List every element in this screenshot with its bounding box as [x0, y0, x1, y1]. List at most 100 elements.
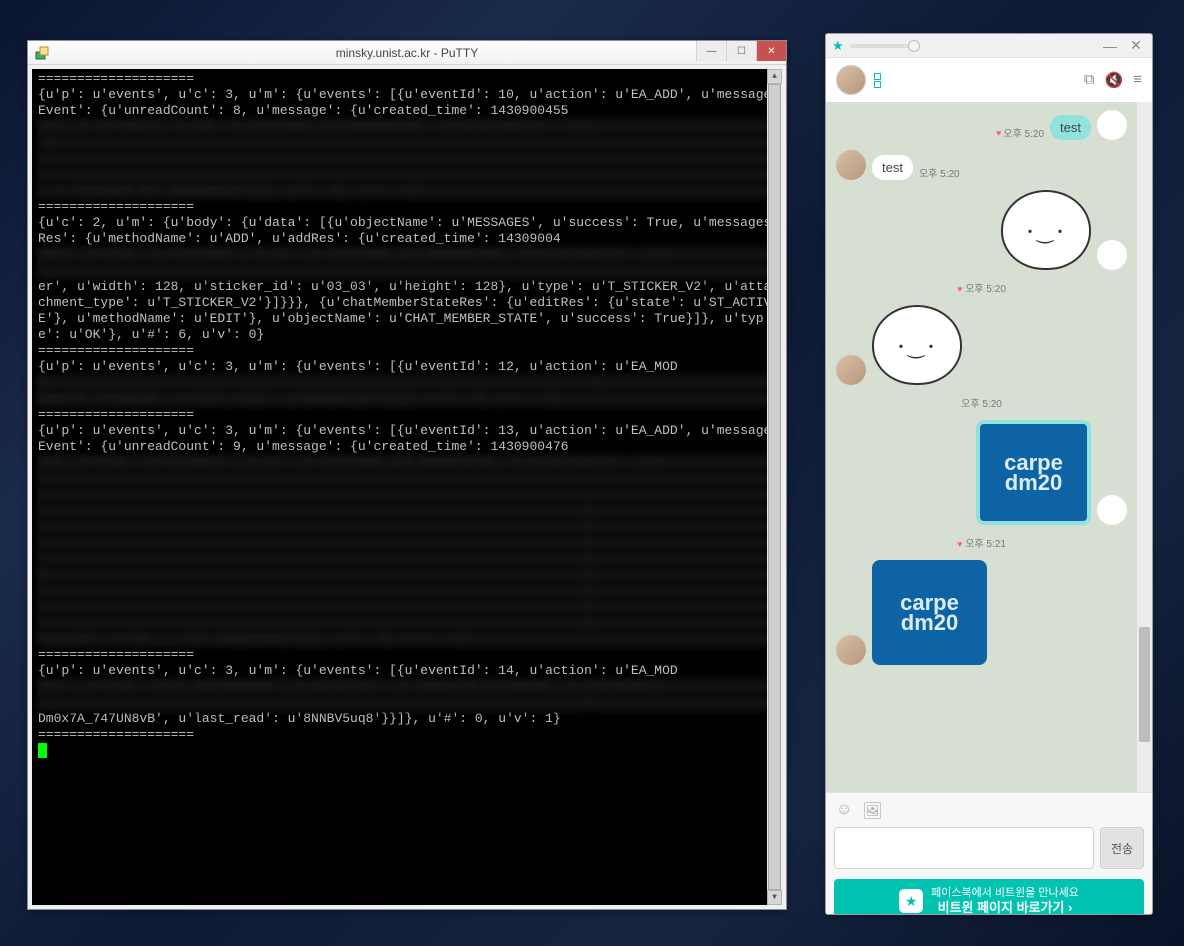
message-row: carpe dm20 [836, 560, 1127, 665]
heart-icon: ♥ [957, 284, 962, 294]
terminal-line: N... p [38, 567, 776, 583]
terminal-line: {u'p': u'events', u'c': 3, u'm': {u'even… [38, 359, 776, 375]
scroll-up-icon[interactable]: ▲ [767, 69, 782, 84]
putty-titlebar[interactable]: minsky.unist.ac.kr - PuTTY — ☐ ✕ [28, 41, 786, 65]
message-row: carpe dm20 [836, 420, 1127, 525]
minimize-button[interactable]: — [696, 41, 726, 61]
terminal-line: {u'p': u'events', u'c': 3, u'm': {u'even… [38, 423, 776, 455]
chat-minimize-button[interactable]: — [1100, 38, 1120, 54]
star-icon: ★ [899, 889, 923, 913]
heart-icon: ♥ [957, 539, 962, 549]
chat-close-button[interactable]: ✕ [1126, 37, 1146, 54]
terminal-line: ==================== [38, 727, 776, 743]
mute-icon[interactable]: 🔇 [1105, 71, 1124, 89]
star-icon: ★ [832, 38, 844, 54]
putty-window: minsky.unist.ac.kr - PuTTY — ☐ ✕ =======… [27, 40, 787, 910]
terminal-line: {u'p': u'events', u'c': 3, u'm': {u'even… [38, 663, 776, 679]
message-input[interactable] [834, 827, 1094, 869]
terminal-line: er', u'width': 128, u'sticker_id': u'03_… [38, 279, 776, 343]
terminal-line: E... 4 [38, 375, 776, 391]
terminal-line: '... o [38, 583, 776, 599]
terminal-line: bjectId': u'fb_..._227_8NNBV32X8'}]}, u'… [38, 631, 776, 647]
terminal-line: '... [38, 263, 776, 279]
terminal-line: '...': [38, 167, 776, 183]
terminal-scrollbar[interactable]: ▲ ▼ [767, 69, 782, 905]
message-row: ♥오후 5:20 test [836, 110, 1127, 140]
maximize-button[interactable]: ☐ [726, 41, 756, 61]
message-row: test 오후 5:20 [836, 150, 1127, 180]
image-card[interactable]: carpe dm20 [976, 420, 1091, 525]
slider-knob[interactable] [908, 40, 920, 52]
timestamp: ♥ 오후 5:21 [836, 535, 1127, 550]
terminal-line: ==================== [38, 71, 776, 87]
avatar [836, 150, 866, 180]
terminal-line: '... [38, 471, 776, 487]
terminal-line: '... h [38, 503, 776, 519]
message-bubble[interactable]: test [872, 155, 913, 180]
chat-window: ★ — ✕ ⧉ 🔇 ≡ ♥오후 5:20 test [825, 33, 1153, 915]
send-button[interactable]: 전송 [1100, 827, 1144, 869]
terminal-line: '... o [38, 615, 776, 631]
putty-icon [34, 45, 50, 61]
avatar [836, 635, 866, 665]
putty-title: minsky.unist.ac.kr - PuTTY [28, 46, 786, 60]
emoji-icon[interactable]: ☺ [836, 801, 852, 821]
terminal-line: 5597, u'from': u'7344FM02', u'id': u'734… [38, 247, 776, 263]
terminal-line: ==================== [38, 407, 776, 423]
menu-icon[interactable]: ≡ [1133, 71, 1142, 89]
scroll-down-icon[interactable]: ▼ [767, 890, 782, 905]
terminal-line: {u'p': u'events', u'c': 3, u'm': {u'even… [38, 87, 776, 119]
terminal-line: '... 7 [38, 519, 776, 535]
presence-indicator [874, 73, 881, 88]
chat-input-area: ☺ 🖼 전송 ★ 페이스북에서 비트윈을 만나세요 비트윈 페이지 바로가기 › [826, 792, 1152, 915]
timestamp: 오후 5:20 [836, 395, 1127, 410]
sticker-mochi[interactable] [872, 305, 962, 385]
terminal-line: Dm0x7A_747UN8vB', u'last_read': u'8NNBV5… [38, 711, 776, 727]
terminal-line: '... / [38, 535, 776, 551]
scroll-thumb[interactable] [768, 84, 781, 890]
avatar [1097, 110, 1127, 140]
chat-body: ♥오후 5:20 test test 오후 5:20 ♥ 오후 5:20 오후 [826, 102, 1152, 792]
terminal-line: '...': [38, 151, 776, 167]
terminal-line: ... 4 [38, 695, 776, 711]
chat-titlebar[interactable]: ★ — ✕ [826, 34, 1152, 58]
banner-line2: 비트윈 페이지 바로가기 › [938, 900, 1073, 915]
banner-line1: 페이스북에서 비트윈을 만나세요 [931, 887, 1079, 900]
terminal-line: s... [38, 487, 776, 503]
terminal-line: 's... [38, 135, 776, 151]
chat-header: ⧉ 🔇 ≡ [826, 58, 1152, 102]
terminal-line: {u'c': 2, u'm': {u'body': {u'data': [{u'… [38, 215, 776, 247]
sticker-mochi[interactable] [1001, 190, 1091, 270]
terminal-line: 522, u'747:N8v2', u'id': u'7344FM02_227_… [38, 119, 776, 135]
promo-banner[interactable]: ★ 페이스북에서 비트윈을 만나세요 비트윈 페이지 바로가기 › [834, 879, 1144, 915]
timestamp: ♥오후 5:20 [996, 125, 1044, 140]
terminal-line: ==================== [38, 647, 776, 663]
terminal-line: ==================== [38, 199, 776, 215]
avatar [1097, 495, 1127, 525]
terminal-line: Dm0x7A_747UN8vB', u'last_read': u'8NNB5K… [38, 391, 776, 407]
timestamp: ♥ 오후 5:20 [836, 280, 1127, 295]
terminal-line: '... t [38, 599, 776, 615]
terminal-cursor [38, 743, 47, 758]
terminal-line: ==================== [38, 343, 776, 359]
terminal-line: IFY', u'from': u'ST_CHATMEMBER', u'objec… [38, 679, 776, 695]
copy-icon[interactable]: ⧉ [1084, 71, 1095, 89]
opacity-slider[interactable] [850, 44, 920, 48]
message-bubble[interactable]: test [1050, 115, 1091, 140]
terminal-line: '... n [38, 551, 776, 567]
terminal[interactable]: ===================={u'p': u'events', u'… [32, 69, 782, 905]
scroll-thumb[interactable] [1139, 627, 1150, 742]
timestamp: 오후 5:20 [919, 165, 960, 180]
terminal-line: : u'7344FM02_227_8NNB5KCK8'}]}, u'#': 0,… [38, 183, 776, 199]
heart-icon: ♥ [996, 128, 1001, 138]
avatar[interactable] [836, 65, 866, 95]
close-button[interactable]: ✕ [756, 41, 786, 61]
avatar [1097, 240, 1127, 270]
image-card[interactable]: carpe dm20 [872, 560, 987, 665]
message-row [836, 190, 1127, 270]
message-row [836, 305, 1127, 385]
image-icon[interactable]: 🖼 [862, 801, 882, 821]
terminal-line: 275, u'from': u'747oN8v2', u'id': u'7344… [38, 455, 776, 471]
chat-scrollbar[interactable] [1137, 102, 1152, 792]
avatar [836, 355, 866, 385]
